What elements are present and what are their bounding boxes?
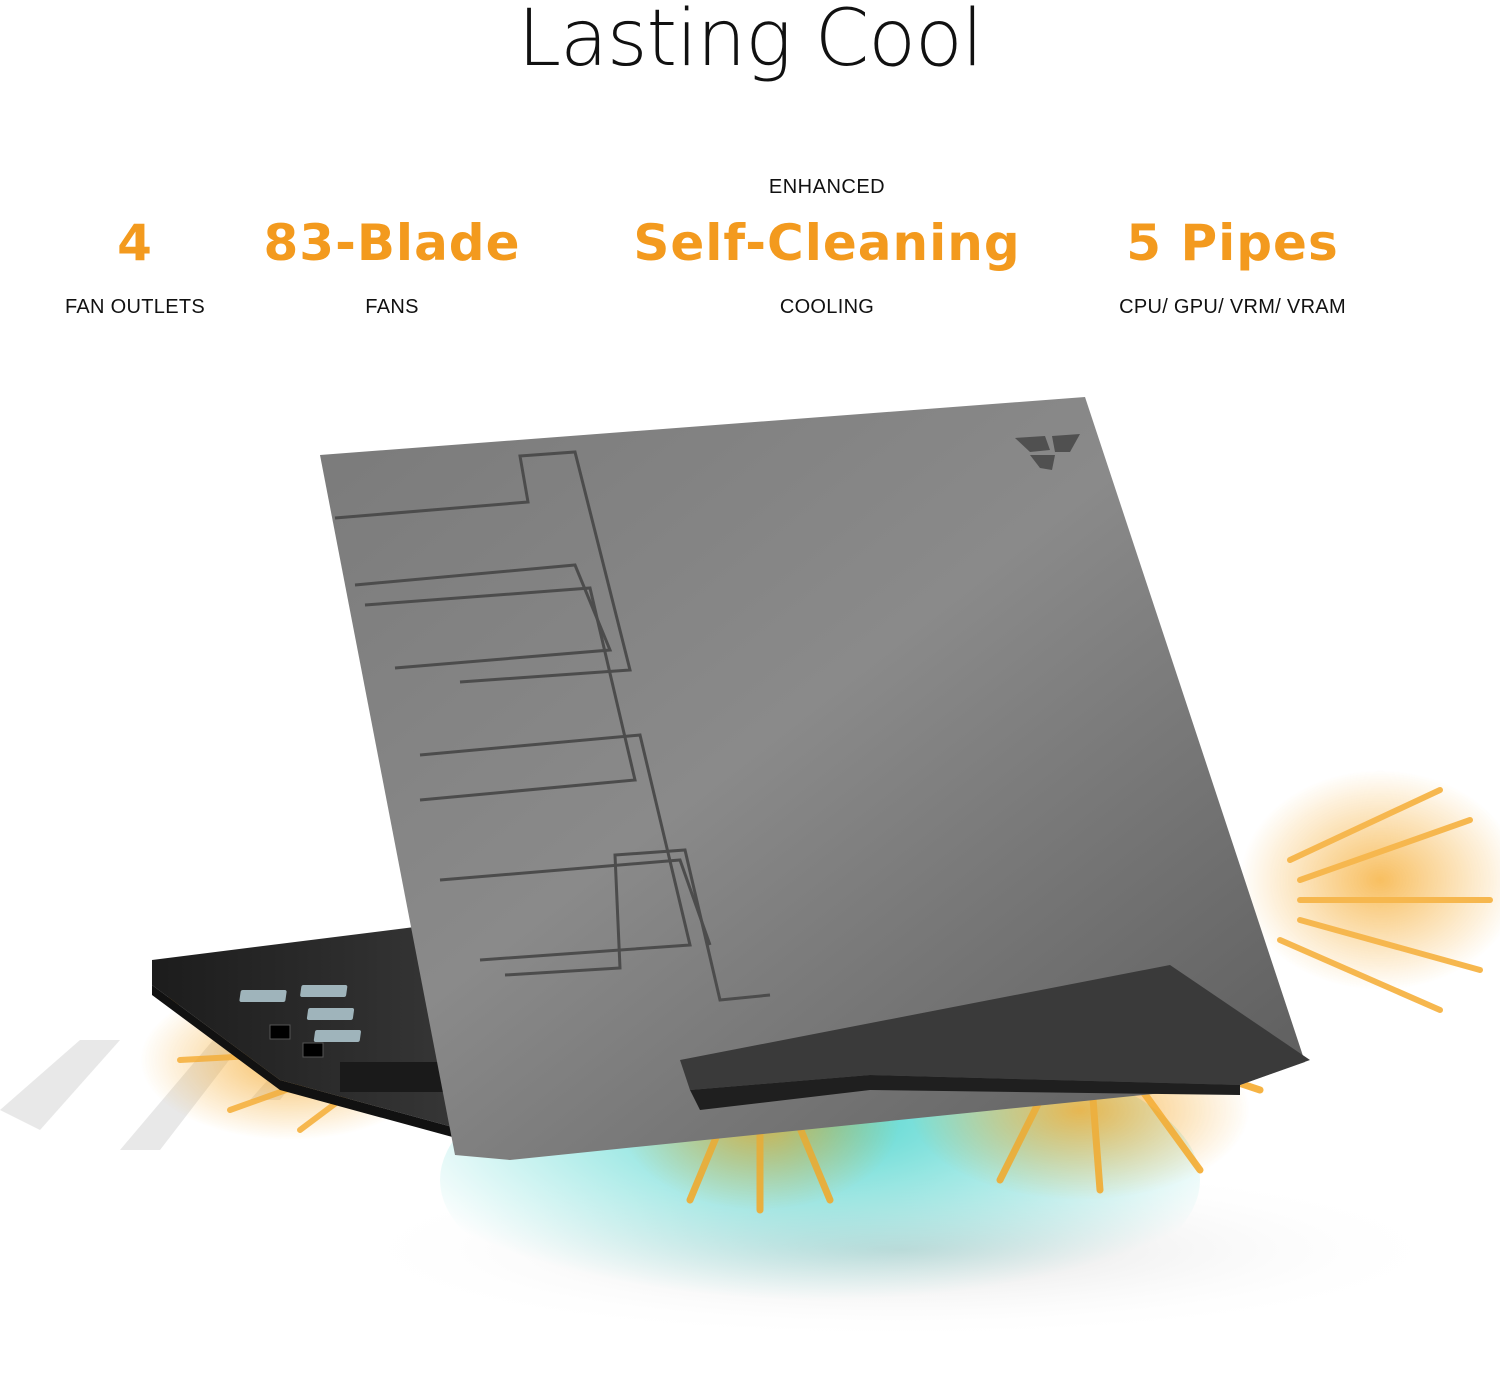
heat-exhaust-right <box>1240 770 1500 1013</box>
laptop-illustration <box>0 397 1500 1340</box>
laptop-lid <box>320 397 1310 1160</box>
